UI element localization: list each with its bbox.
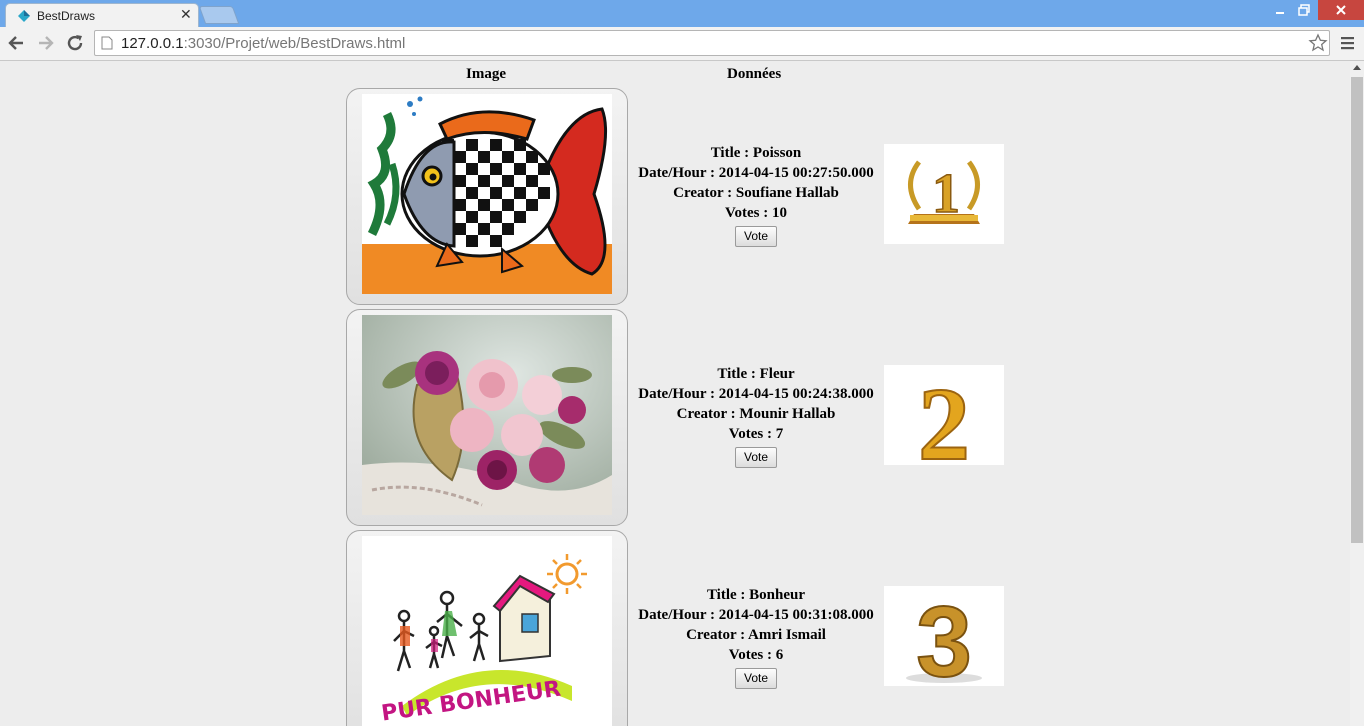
rank-badge: 1 xyxy=(884,144,1004,244)
rank-badge: 2 xyxy=(884,365,1004,465)
draw-card: PUR BONHEUR xyxy=(346,530,628,726)
rank-number: 1 xyxy=(932,163,960,225)
window-titlebar: BestDraws ✕ xyxy=(0,0,1364,27)
draw-votes: Votes : 6 xyxy=(728,647,784,663)
bookmark-star-icon[interactable] xyxy=(1308,33,1328,53)
page-content: Image Données Title: Poisson Date/Hour … xyxy=(0,61,1350,726)
draw-votes: Votes : 10 xyxy=(725,205,787,221)
scroll-up-arrow-icon[interactable] xyxy=(1353,65,1361,70)
draw-date: Date/Hour : 2014-04-15 00:27:50.000 xyxy=(638,165,874,181)
draw-votes: Votes : 7 xyxy=(728,426,784,442)
reload-icon[interactable] xyxy=(63,31,87,55)
column-header-data: Données xyxy=(727,66,782,82)
forward-arrow-icon[interactable] xyxy=(34,31,58,55)
rank-number: 2 xyxy=(918,367,970,465)
draw-date: Date/Hour : 2014-04-15 00:24:38.000 xyxy=(638,386,874,402)
restore-icon xyxy=(1298,4,1310,16)
back-arrow-icon[interactable] xyxy=(4,31,28,55)
draw-info: Title : Fleur Date/Hour : 2014-04-15 00:… xyxy=(630,364,882,468)
tab-title: BestDraws xyxy=(37,9,96,23)
draw-title: Title : Poisson xyxy=(710,145,802,161)
draw-creator: Creator : Mounir Hallab xyxy=(676,406,836,422)
rank-badge: 3 xyxy=(884,586,1004,686)
menu-icon[interactable] xyxy=(1338,33,1358,53)
vote-button[interactable]: Vote xyxy=(734,447,778,468)
close-icon xyxy=(1336,5,1346,15)
new-tab-button[interactable] xyxy=(198,6,240,24)
draw-title: Title : Bonheur xyxy=(706,587,806,603)
draw-info: Title : Poisson Date/Hour : 2014-04-15 0… xyxy=(630,143,882,247)
minimize-icon xyxy=(1276,12,1284,14)
draw-card xyxy=(346,88,628,305)
rank-number: 3 xyxy=(916,586,972,686)
close-window-button[interactable] xyxy=(1318,0,1364,20)
draw-creator: Creator : Amri Ismail xyxy=(686,627,826,643)
browser-tab[interactable]: BestDraws ✕ xyxy=(5,3,199,27)
restore-button[interactable] xyxy=(1292,0,1316,20)
vertical-scrollbar[interactable] xyxy=(1350,61,1364,726)
page-icon xyxy=(101,36,113,50)
draw-image-flowers[interactable] xyxy=(362,315,612,515)
tab-close-icon[interactable]: ✕ xyxy=(180,6,192,23)
draw-image-fish[interactable] xyxy=(362,94,612,294)
draw-creator: Creator : Soufiane Hallab xyxy=(673,185,839,201)
draw-image-family[interactable]: PUR BONHEUR xyxy=(362,536,612,726)
draw-card xyxy=(346,309,628,526)
url-text: 127.0.0.1:3030/Projet/web/BestDraws.html xyxy=(121,35,406,52)
vote-button[interactable]: Vote xyxy=(734,226,778,247)
draw-title: Title : Fleur xyxy=(717,366,795,382)
column-header-image: Image xyxy=(466,66,506,82)
draw-date: Date/Hour : 2014-04-15 00:31:08.000 xyxy=(638,607,874,623)
minimize-button[interactable] xyxy=(1268,0,1292,20)
bestdraws-favicon-icon xyxy=(18,10,30,22)
browser-toolbar: 127.0.0.1:3030/Projet/web/BestDraws.html xyxy=(0,27,1364,61)
draw-info: Title : Bonheur Date/Hour : 2014-04-15 0… xyxy=(630,585,882,689)
vote-button[interactable]: Vote xyxy=(734,668,778,689)
scroll-thumb[interactable] xyxy=(1351,77,1363,543)
address-bar[interactable]: 127.0.0.1:3030/Projet/web/BestDraws.html xyxy=(94,30,1330,56)
